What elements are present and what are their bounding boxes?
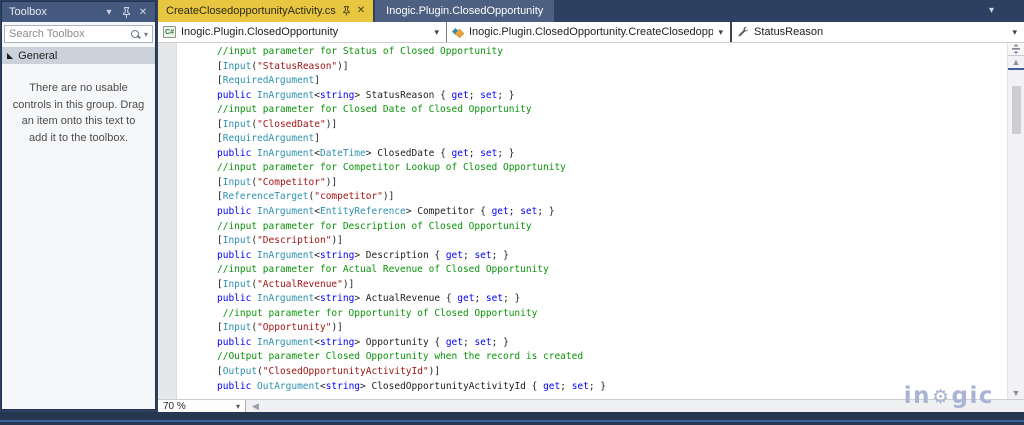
inogic-watermark: in ⚙ gic <box>904 383 994 409</box>
chevron-down-icon: ▾ <box>434 26 439 37</box>
code-line: //input parameter for Opportunity of Clo… <box>217 307 538 319</box>
close-icon[interactable]: ✕ <box>136 5 150 19</box>
toolbox-group-label: General <box>18 49 58 62</box>
tab-pin-icon[interactable] <box>342 6 351 16</box>
toolbox-search-placeholder: Search Toolbox <box>9 28 85 40</box>
code-line: public OutArgument<string> ClosedOpportu… <box>217 380 607 392</box>
property-wrench-icon <box>738 26 749 37</box>
search-options-chevron-icon[interactable]: ▾ <box>144 30 148 39</box>
split-icon <box>1012 44 1020 54</box>
watermark-text: gic <box>951 383 994 409</box>
zoom-level-value: 70 % <box>163 400 186 412</box>
tab-label: CreateClosedopportunityActivity.cs <box>166 5 336 17</box>
code-line: public InArgument<string> ActualRevenue … <box>217 293 521 305</box>
gear-icon: ⚙ <box>931 386 951 408</box>
code-line: public InArgument<DateTime> ClosedDate {… <box>217 147 515 159</box>
editor-bottom-bar: 70 % ▾ ◀ <box>158 399 1024 412</box>
window-options-chevron-icon[interactable]: ▾ <box>102 5 116 19</box>
project-dropdown-label: Inogic.Plugin.ClosedOpportunity <box>181 26 339 38</box>
code-line: public InArgument<string> StatusReason {… <box>217 89 515 101</box>
code-line: //Output parameter Closed Opportunity wh… <box>217 351 584 363</box>
code-line: [Input("Competitor")] <box>217 176 338 188</box>
code-line: [RequiredArgument] <box>217 133 320 145</box>
class-icon <box>452 28 464 38</box>
member-dropdown-label: StatusReason <box>754 26 824 38</box>
chevron-down-icon: ▾ <box>718 26 723 37</box>
watermark-text: in <box>903 383 931 409</box>
scroll-position-marker <box>1008 68 1024 70</box>
type-dropdown-label: Inogic.Plugin.ClosedOpportunity.CreateCl… <box>469 26 714 38</box>
code-line: public InArgument<string> Description { … <box>217 249 509 261</box>
navigation-bar: C# Inogic.Plugin.ClosedOpportunity ▾ Ino… <box>158 22 1024 43</box>
code-line: [RequiredArgument] <box>217 75 320 87</box>
code-line: public InArgument<string> Opportunity { … <box>217 336 509 348</box>
scroll-left-arrow-icon[interactable]: ◀ <box>246 401 259 412</box>
scroll-down-arrow-icon[interactable]: ▼ <box>1012 387 1021 399</box>
status-accent-line <box>0 420 1024 422</box>
code-line: //input parameter for Competitor Lookup … <box>217 162 566 174</box>
type-dropdown[interactable]: Inogic.Plugin.ClosedOpportunity.CreateCl… <box>447 22 732 42</box>
splitter-grip[interactable] <box>1008 43 1024 56</box>
code-line: public InArgument<EntityReference> Compe… <box>217 206 555 218</box>
scrollbar-thumb[interactable] <box>1011 86 1021 134</box>
code-line: //input parameter for Description of Clo… <box>217 220 532 232</box>
window-bottom-frame <box>0 412 1024 425</box>
tab-overflow-chevron-icon[interactable]: ▾ <box>989 5 994 16</box>
toolbox-group-general[interactable]: ◢ General <box>2 47 155 64</box>
code-line: [Input("StatusReason")] <box>217 60 349 72</box>
project-dropdown[interactable]: C# Inogic.Plugin.ClosedOpportunity ▾ <box>158 22 447 42</box>
editor-area: CreateClosedopportunityActivity.cs ✕ Ino… <box>158 0 1024 412</box>
tab-createclosedopportunityactivity[interactable]: CreateClosedopportunityActivity.cs ✕ <box>158 0 374 22</box>
code-line: [Input("ActualRevenue")] <box>217 278 355 290</box>
chevron-down-icon: ▾ <box>1012 26 1017 37</box>
chevron-down-icon: ▾ <box>235 401 240 411</box>
code-line: [Input("Opportunity")] <box>217 322 343 334</box>
toolbox-search-input[interactable]: Search Toolbox ▾ <box>4 25 153 43</box>
toolbox-title: Toolbox <box>9 6 47 18</box>
code-line: [ReferenceTarget("competitor")] <box>217 191 395 203</box>
code-line: [Input("ClosedDate")] <box>217 118 338 130</box>
toolbox-empty-message: There are no usable controls in this gro… <box>2 64 155 409</box>
expander-triangle-icon: ◢ <box>7 51 14 60</box>
code-line: [Output("ClosedOpportunityActivityId")] <box>217 366 441 378</box>
tab-inogic-plugin-closedopportunity[interactable]: Inogic.Plugin.ClosedOpportunity <box>375 0 555 22</box>
member-dropdown[interactable]: StatusReason ▾ <box>732 22 1024 42</box>
toolbox-titlebar[interactable]: Toolbox ▾ ✕ <box>2 2 155 22</box>
search-icon <box>130 29 141 40</box>
code-editor: //input parameter for Status of Closed O… <box>158 43 1024 399</box>
code-line: //input parameter for Actual Revenue of … <box>217 264 549 276</box>
csharp-project-icon: C# <box>163 26 176 38</box>
vertical-scrollbar[interactable]: ▲ ▼ <box>1007 43 1024 399</box>
indicator-margin[interactable] <box>158 43 177 399</box>
document-tabstrip: CreateClosedopportunityActivity.cs ✕ Ino… <box>158 0 1024 22</box>
code-line: //input parameter for Status of Closed O… <box>217 46 503 57</box>
scroll-up-arrow-icon[interactable]: ▲ <box>1012 56 1021 68</box>
zoom-level-combobox[interactable]: 70 % ▾ <box>158 400 246 412</box>
vs-window: Toolbox ▾ ✕ Search Toolbox ▾ ◢ General T… <box>0 0 1024 425</box>
pin-icon[interactable] <box>119 5 133 19</box>
code-line: [Input("Description")] <box>217 235 343 247</box>
code-content[interactable]: //input parameter for Status of Closed O… <box>177 43 1007 399</box>
tab-close-icon[interactable]: ✕ <box>357 6 365 16</box>
toolbox-panel: Toolbox ▾ ✕ Search Toolbox ▾ ◢ General T… <box>1 1 156 410</box>
code-line: //input parameter for Closed Date of Clo… <box>217 104 532 116</box>
tab-label: Inogic.Plugin.ClosedOpportunity <box>386 5 544 17</box>
